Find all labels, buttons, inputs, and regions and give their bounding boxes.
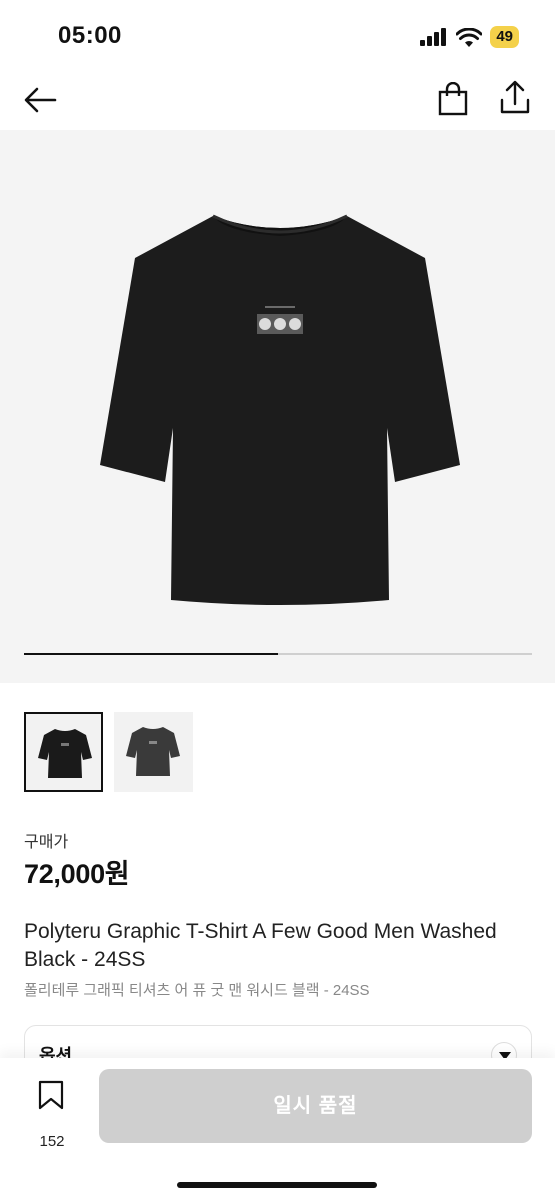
bottom-action-bar: 152 일시 품절 bbox=[0, 1058, 555, 1200]
product-title-korean: 폴리테루 그래픽 티셔츠 어 퓨 굿 맨 워시드 블랙 - 24SS bbox=[24, 982, 370, 999]
nav-bar bbox=[0, 70, 555, 130]
status-icons: 49 bbox=[420, 26, 519, 48]
status-bar: 05:00 49 bbox=[0, 0, 555, 70]
gray-shirt-thumbnail[interactable] bbox=[114, 712, 193, 792]
signal-icon bbox=[420, 28, 447, 46]
bookmark-icon bbox=[38, 1080, 64, 1110]
status-time: 05:00 bbox=[58, 22, 122, 49]
gallery-progress-fill bbox=[24, 653, 278, 655]
wishlist-button[interactable]: 152 bbox=[26, 1078, 78, 1150]
price-value: 72,000원 bbox=[24, 859, 130, 889]
back-arrow-icon[interactable] bbox=[22, 82, 58, 118]
product-title: Polyteru Graphic T-Shirt A Few Good Men … bbox=[24, 920, 497, 971]
product-image bbox=[100, 214, 460, 605]
sold-out-button[interactable]: 일시 품절 bbox=[99, 1069, 532, 1143]
price-label: 구매가 bbox=[24, 834, 69, 851]
gallery-progress-track bbox=[24, 653, 532, 655]
battery-icon: 49 bbox=[490, 26, 519, 48]
wishlist-count: 152 bbox=[39, 1133, 65, 1150]
product-image-carousel[interactable] bbox=[0, 130, 555, 683]
black-shirt-thumbnail[interactable] bbox=[24, 712, 103, 792]
black-shirt-thumbnail-image bbox=[38, 729, 92, 778]
share-icon[interactable] bbox=[498, 80, 532, 116]
wifi-icon bbox=[456, 27, 483, 47]
gray-shirt-thumbnail-image bbox=[126, 727, 180, 776]
home-indicator bbox=[177, 1182, 377, 1188]
shopping-bag-icon[interactable] bbox=[436, 82, 470, 116]
